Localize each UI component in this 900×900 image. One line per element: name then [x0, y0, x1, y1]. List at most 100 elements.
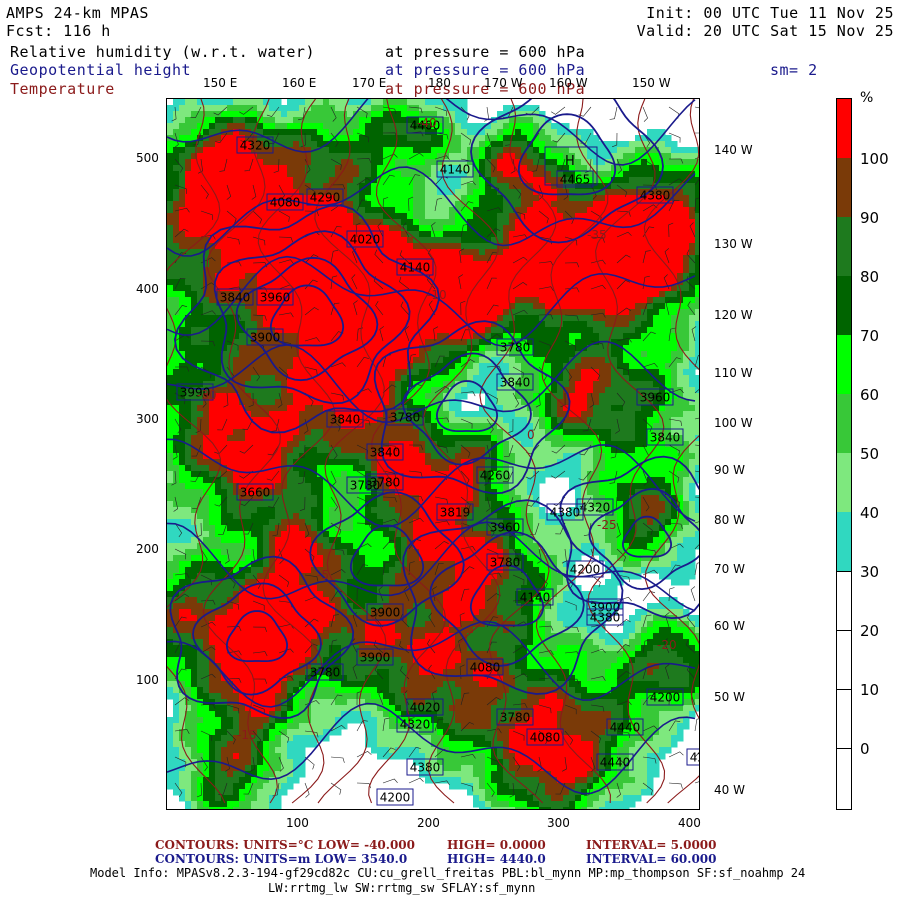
humidity-cell: [383, 237, 390, 244]
humidity-cell: [503, 255, 510, 262]
humidity-cell: [527, 153, 534, 160]
humidity-cell: [341, 297, 348, 304]
humidity-cell: [167, 273, 174, 280]
humidity-cell: [203, 321, 210, 328]
humidity-cell: [683, 297, 690, 304]
humidity-cell: [503, 363, 510, 370]
humidity-cell: [635, 411, 642, 418]
humidity-cell: [281, 231, 288, 238]
humidity-cell: [323, 219, 330, 226]
humidity-cell: [413, 231, 420, 238]
humidity-cell: [623, 249, 630, 256]
humidity-cell: [383, 129, 390, 136]
humidity-cell: [659, 219, 666, 226]
humidity-cell: [455, 345, 462, 352]
humidity-cell: [527, 123, 534, 130]
humidity-cell: [215, 189, 222, 196]
humidity-cell: [629, 411, 636, 418]
humidity-cell: [365, 201, 372, 208]
humidity-cell: [245, 345, 252, 352]
humidity-cell: [185, 213, 192, 220]
humidity-cell: [173, 105, 180, 112]
humidity-cell: [359, 249, 366, 256]
humidity-cell: [539, 327, 546, 334]
humidity-cell: [317, 99, 324, 106]
humidity-cell: [293, 225, 300, 232]
humidity-cell: [413, 201, 420, 208]
humidity-cell: [557, 339, 564, 346]
humidity-cell: [617, 387, 624, 394]
humidity-cell: [419, 177, 426, 184]
humidity-cell: [437, 309, 444, 316]
humidity-cell: [293, 279, 300, 286]
humidity-cell: [311, 327, 318, 334]
humidity-cell: [353, 273, 360, 280]
humidity-cell: [293, 141, 300, 148]
humidity-cell: [401, 375, 408, 382]
humidity-cell: [233, 201, 240, 208]
humidity-cell: [581, 135, 588, 142]
humidity-cell: [671, 297, 678, 304]
humidity-cell: [215, 177, 222, 184]
humidity-cell: [323, 243, 330, 250]
humidity-cell: [647, 315, 654, 322]
humidity-cell: [251, 321, 258, 328]
humidity-cell: [449, 183, 456, 190]
humidity-cell: [389, 141, 396, 148]
humidity-cell: [431, 357, 438, 364]
humidity-cell: [233, 249, 240, 256]
humidity-cell: [473, 201, 480, 208]
humidity-cell: [587, 213, 594, 220]
humidity-cell: [545, 411, 552, 418]
humidity-cell: [431, 387, 438, 394]
humidity-cell: [449, 267, 456, 274]
humidity-cell: [437, 243, 444, 250]
humidity-cell: [539, 417, 546, 424]
humidity-cell: [335, 351, 342, 358]
humidity-cell: [305, 207, 312, 214]
humidity-cell: [635, 405, 642, 412]
humidity-cell: [509, 225, 516, 232]
humidity-cell: [581, 267, 588, 274]
humidity-cell: [521, 417, 528, 424]
humidity-cell: [617, 333, 624, 340]
humidity-cell: [353, 117, 360, 124]
humidity-cell: [299, 291, 306, 298]
humidity-cell: [695, 171, 699, 178]
humidity-cell: [491, 327, 498, 334]
humidity-cell: [551, 435, 558, 442]
humidity-cell: [623, 177, 630, 184]
humidity-cell: [497, 171, 504, 178]
humidity-cell: [587, 405, 594, 412]
humidity-cell: [191, 369, 198, 376]
humidity-cell: [341, 153, 348, 160]
humidity-cell: [353, 363, 360, 370]
humidity-cell: [287, 237, 294, 244]
humidity-cell: [287, 159, 294, 166]
humidity-cell: [281, 417, 288, 424]
humidity-cell: [287, 321, 294, 328]
humidity-cell: [311, 423, 318, 430]
humidity-cell: [671, 411, 678, 418]
humidity-cell: [533, 351, 540, 358]
humidity-cell: [281, 405, 288, 412]
humidity-cell: [371, 165, 378, 172]
humidity-cell: [617, 189, 624, 196]
humidity-cell: [467, 309, 474, 316]
humidity-cell: [221, 141, 228, 148]
humidity-cell: [419, 207, 426, 214]
humidity-cell: [527, 321, 534, 328]
humidity-cell: [185, 231, 192, 238]
humidity-cell: [173, 237, 180, 244]
humidity-cell: [473, 441, 480, 448]
humidity-cell: [635, 333, 642, 340]
humidity-cell: [347, 375, 354, 382]
humidity-cell: [593, 177, 600, 184]
humidity-cell: [479, 309, 486, 316]
humidity-cell: [359, 165, 366, 172]
humidity-cell: [569, 393, 576, 400]
humidity-cell: [365, 111, 372, 118]
humidity-cell: [467, 231, 474, 238]
humidity-cell: [659, 279, 666, 286]
humidity-cell: [227, 141, 234, 148]
